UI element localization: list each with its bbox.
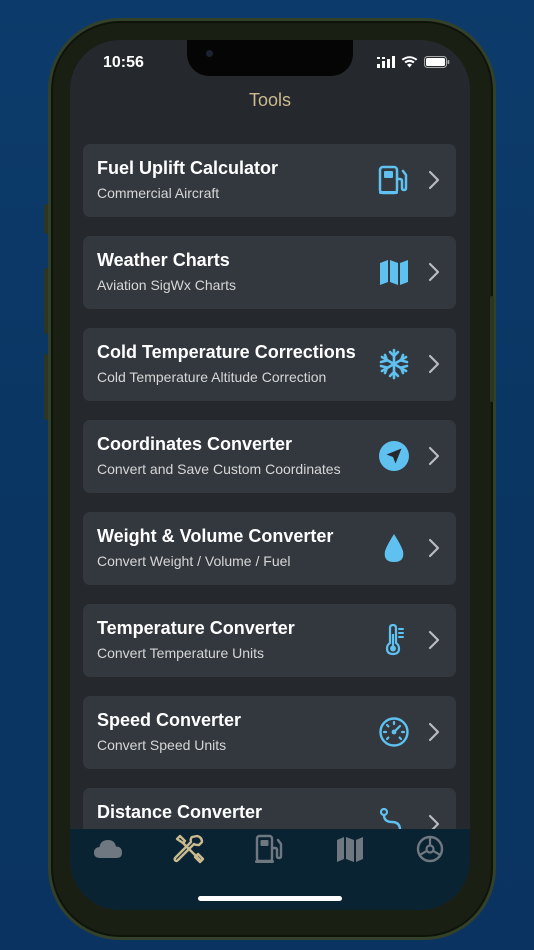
tool-subtitle: Convert Speed Units bbox=[97, 737, 227, 753]
status-icons bbox=[377, 56, 450, 68]
tool-card-cold-temperature[interactable]: Cold Temperature Corrections Cold Temper… bbox=[83, 328, 456, 401]
tool-subtitle: Cold Temperature Altitude Correction bbox=[97, 369, 327, 385]
snowflake-icon bbox=[379, 348, 409, 380]
chevron-right-icon bbox=[428, 262, 440, 282]
chevron-right-icon bbox=[428, 354, 440, 374]
droplet-icon bbox=[384, 534, 404, 562]
map-icon[interactable] bbox=[334, 833, 366, 865]
tools-icon[interactable] bbox=[173, 833, 205, 865]
tool-title: Temperature Converter bbox=[97, 618, 295, 638]
fuel-pump-icon bbox=[378, 165, 408, 195]
tool-card-coordinates[interactable]: Coordinates Converter Convert and Save C… bbox=[83, 420, 456, 493]
tool-subtitle: Commercial Aircraft bbox=[97, 185, 220, 201]
chevron-right-icon bbox=[428, 722, 440, 742]
tool-title: Coordinates Converter bbox=[97, 434, 293, 454]
page-title: Tools bbox=[248, 90, 292, 110]
silent-switch bbox=[44, 204, 48, 234]
front-camera bbox=[206, 50, 213, 57]
tool-card-weight-volume[interactable]: Weight & Volume Converter Convert Weight… bbox=[83, 512, 456, 585]
speedometer-icon bbox=[379, 717, 409, 747]
status-time: 10:56 bbox=[103, 54, 144, 71]
tool-title: Cold Temperature Corrections bbox=[97, 342, 356, 362]
tool-title: Weight & Volume Converter bbox=[97, 526, 334, 546]
tool-subtitle: Convert Weight / Volume / Fuel bbox=[97, 553, 291, 569]
volume-up-button bbox=[44, 268, 48, 334]
app-screen: 10:56 Tools Fuel Uplift Calculator Comme… bbox=[70, 40, 470, 910]
tool-subtitle: Convert and Save Custom Coordinates bbox=[97, 461, 341, 477]
wifi-icon bbox=[401, 56, 418, 68]
tool-title: Fuel Uplift Calculator bbox=[97, 158, 279, 178]
thermometer-icon bbox=[385, 624, 404, 656]
chevron-right-icon bbox=[428, 538, 440, 558]
location-arrow-icon bbox=[379, 441, 409, 471]
tool-subtitle: Aviation SigWx Charts bbox=[97, 277, 237, 293]
power-button bbox=[490, 296, 494, 402]
battery-icon bbox=[424, 56, 450, 68]
chevron-right-icon bbox=[428, 170, 440, 190]
notch bbox=[187, 40, 353, 76]
map-icon bbox=[380, 260, 408, 285]
chevron-right-icon bbox=[428, 630, 440, 650]
volume-down-button bbox=[44, 354, 48, 420]
fuel-pump-icon[interactable] bbox=[254, 833, 286, 865]
tool-title: Distance Converter bbox=[97, 802, 263, 822]
tool-title: Speed Converter bbox=[97, 710, 242, 730]
tool-subtitle: Convert Temperature Units bbox=[97, 645, 265, 661]
tool-card-weather-charts[interactable]: Weather Charts Aviation SigWx Charts bbox=[83, 236, 456, 309]
chevron-right-icon bbox=[428, 446, 440, 466]
tool-card-fuel-uplift[interactable]: Fuel Uplift Calculator Commercial Aircra… bbox=[83, 144, 456, 217]
cloud-icon[interactable] bbox=[92, 833, 124, 865]
settings-icon[interactable] bbox=[414, 833, 446, 865]
tool-title: Weather Charts bbox=[97, 250, 230, 270]
tool-card-temperature[interactable]: Temperature Converter Convert Temperatur… bbox=[83, 604, 456, 677]
home-indicator bbox=[198, 896, 342, 901]
cellular-signal-icon bbox=[377, 56, 395, 68]
tool-card-speed[interactable]: Speed Converter Convert Speed Units bbox=[83, 696, 456, 769]
